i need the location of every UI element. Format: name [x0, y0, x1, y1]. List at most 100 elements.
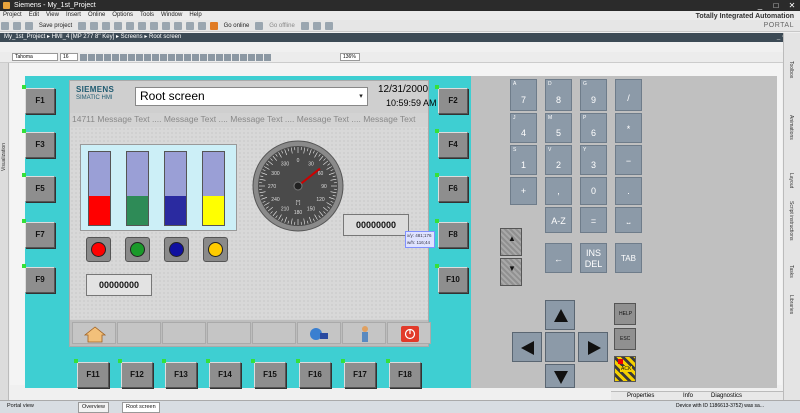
breadcrumb-device[interactable]: HMI_4 [MP 277 8'' Key]	[52, 34, 115, 40]
fill-color-icon[interactable]	[144, 54, 151, 61]
go-online-button[interactable]: Go online	[224, 20, 250, 32]
underline-icon[interactable]	[96, 54, 103, 61]
strike-icon[interactable]	[104, 54, 111, 61]
key-plus[interactable]: +	[510, 177, 537, 205]
fkey-f5[interactable]: F5	[22, 173, 55, 202]
bring-front-icon[interactable]	[176, 54, 183, 61]
nav-exit-button[interactable]	[387, 322, 431, 344]
compile-icon[interactable]	[161, 22, 170, 30]
align-right-icon[interactable]	[128, 54, 135, 61]
io-field-right[interactable]: 00000000	[343, 214, 409, 236]
esc-key[interactable]: ESC	[614, 328, 636, 350]
libraries-tab[interactable]: Libraries	[788, 295, 794, 314]
fkey-f17[interactable]: F17	[341, 359, 376, 388]
split-editor-icon[interactable]	[324, 22, 333, 30]
key-page-up[interactable]: ▲	[500, 228, 522, 256]
key-8[interactable]: D8	[545, 79, 572, 111]
script-instructions-tab[interactable]: Script instructions	[788, 201, 794, 240]
nav-button-3[interactable]	[162, 322, 206, 344]
menu-online[interactable]: Online	[88, 11, 105, 20]
distribute-icon[interactable]	[200, 54, 207, 61]
undo-icon[interactable]	[137, 22, 146, 30]
green-lamp-button[interactable]	[125, 237, 150, 262]
io-field-left[interactable]: 00000000	[86, 274, 152, 296]
nav-home-button[interactable]	[72, 322, 116, 344]
arrow-down-key[interactable]	[545, 364, 575, 388]
fkey-f12[interactable]: F12	[118, 359, 153, 388]
key-equals[interactable]: =	[580, 207, 607, 233]
fkey-f16[interactable]: F16	[296, 359, 331, 388]
same-size-icon[interactable]	[208, 54, 215, 61]
line-color-icon[interactable]	[152, 54, 159, 61]
size-select[interactable]: 16	[60, 53, 78, 61]
cross-reference-icon[interactable]	[312, 22, 321, 30]
paste-icon[interactable]	[114, 22, 123, 30]
animations-tab[interactable]: Animations	[788, 115, 794, 140]
accessible-devices-icon[interactable]	[300, 22, 309, 30]
key-4[interactable]: J4	[510, 113, 537, 143]
nav-user-button[interactable]	[342, 322, 386, 344]
open-project-icon[interactable]	[12, 22, 21, 30]
fkey-f15[interactable]: F15	[251, 359, 286, 388]
key-slash[interactable]: /	[615, 79, 642, 111]
redo-icon[interactable]	[149, 22, 158, 30]
tank-green[interactable]	[126, 151, 149, 226]
key-ins-del[interactable]: INS DEL	[580, 243, 607, 273]
zoom-out-icon[interactable]	[264, 54, 271, 61]
menu-insert[interactable]: Insert	[66, 11, 81, 20]
pattern-icon[interactable]	[160, 54, 167, 61]
delete-icon[interactable]	[125, 22, 134, 30]
new-project-icon[interactable]	[1, 22, 9, 30]
breadcrumb-root-screen[interactable]: Root screen	[149, 34, 181, 40]
key-space[interactable]: ⎵	[615, 207, 642, 233]
menu-window[interactable]: Window	[161, 11, 182, 20]
menu-help[interactable]: Help	[189, 11, 201, 20]
toolbox-tab[interactable]: Toolbox	[788, 61, 794, 78]
upload-icon[interactable]	[185, 22, 194, 30]
key-tab[interactable]: TAB	[615, 243, 642, 273]
help-key[interactable]: HELP	[614, 303, 636, 325]
rotate-icon[interactable]	[216, 54, 223, 61]
print-icon[interactable]	[78, 22, 87, 30]
ack-key[interactable]: ACK	[614, 356, 636, 382]
key-1[interactable]: S1	[510, 145, 537, 175]
grid-icon[interactable]	[232, 54, 239, 61]
menu-view[interactable]: View	[46, 11, 59, 20]
text-color-icon[interactable]	[136, 54, 143, 61]
menu-options[interactable]: Options	[112, 11, 133, 20]
fkey-f13[interactable]: F13	[162, 359, 197, 388]
fkey-f18[interactable]: F18	[386, 359, 421, 388]
close-button[interactable]: ✕	[784, 0, 800, 11]
screen-selector[interactable]: Root screen ▾	[135, 87, 368, 106]
gauge[interactable]: 0 30 60 90 120150 180 210240 270 300330 [°]	[252, 140, 344, 232]
tank-panel[interactable]	[80, 144, 237, 231]
copy-icon[interactable]	[102, 22, 111, 30]
cut-icon[interactable]	[90, 22, 99, 30]
maximize-button[interactable]: □	[768, 0, 784, 11]
nav-language-button[interactable]	[297, 322, 341, 344]
zoom-select[interactable]: 136%	[340, 53, 360, 61]
simulate-icon[interactable]	[197, 22, 206, 30]
arrow-up-key[interactable]	[545, 300, 575, 330]
fkey-f4[interactable]: F4	[435, 129, 468, 158]
download-icon[interactable]	[173, 22, 182, 30]
chevron-down-icon[interactable]: ▾	[356, 89, 366, 104]
go-online-icon[interactable]	[209, 22, 218, 30]
arrow-left-key[interactable]	[512, 332, 542, 362]
breadcrumb-project[interactable]: My_1st_Project	[4, 34, 45, 40]
red-lamp-button[interactable]	[86, 237, 111, 262]
nav-button-4[interactable]	[207, 322, 251, 344]
tasks-tab[interactable]: Tasks	[788, 265, 794, 278]
key-2[interactable]: V2	[545, 145, 572, 175]
key-3[interactable]: Y3	[580, 145, 607, 175]
fkey-f10[interactable]: F10	[435, 264, 468, 293]
line-style-icon[interactable]	[168, 54, 175, 61]
align-left-icon[interactable]	[112, 54, 119, 61]
key-az[interactable]: A-Z	[545, 207, 572, 233]
fkey-f2[interactable]: F2	[435, 85, 468, 114]
key-backspace[interactable]: ←	[545, 243, 572, 273]
key-9[interactable]: G9	[580, 79, 607, 111]
fkey-f1[interactable]: F1	[22, 85, 55, 114]
align-center-icon[interactable]	[120, 54, 127, 61]
key-5[interactable]: M5	[545, 113, 572, 143]
